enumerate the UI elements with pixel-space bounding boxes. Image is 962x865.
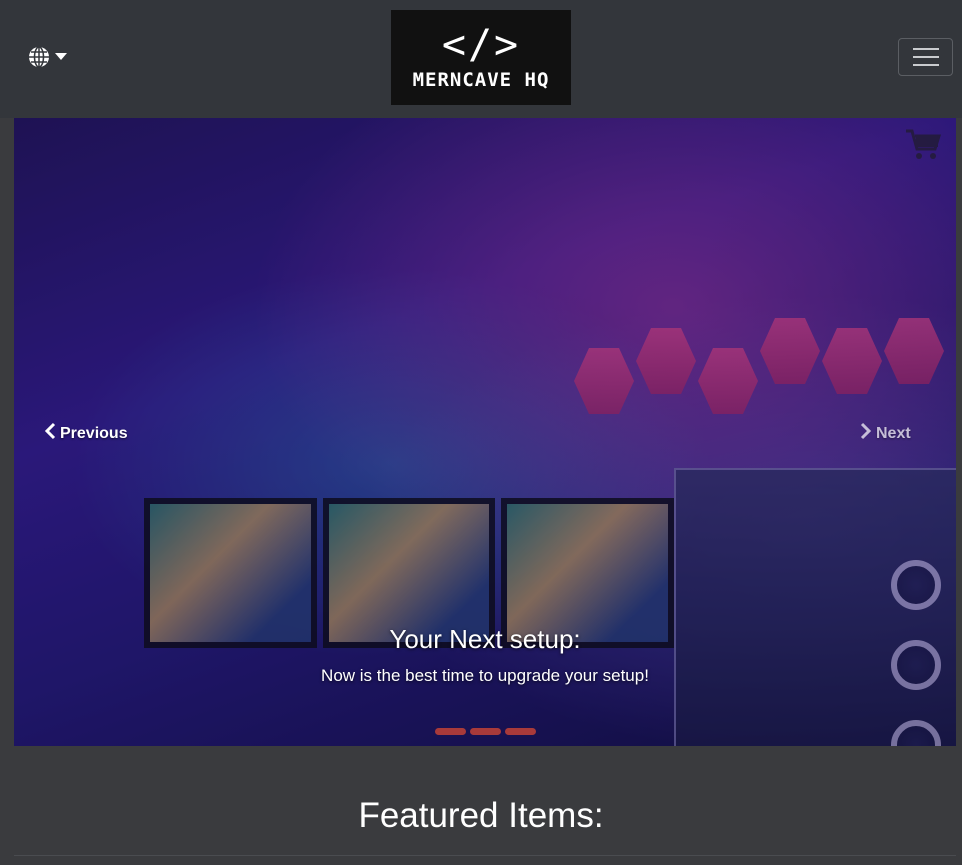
language-dropdown[interactable] xyxy=(28,46,67,68)
carousel-indicator[interactable] xyxy=(470,728,501,735)
previous-label: Previous xyxy=(60,424,128,442)
next-label: Next xyxy=(876,424,911,442)
logo-code-mark: </> xyxy=(441,21,521,68)
carousel-indicator[interactable] xyxy=(505,728,536,735)
carousel-caption-title: Your Next setup: xyxy=(389,624,581,654)
cart-icon[interactable] xyxy=(904,128,942,167)
carousel-caption-text: Now is the best time to upgrade your set… xyxy=(321,666,649,685)
section-divider xyxy=(14,855,956,856)
carousel-next-button[interactable]: Next xyxy=(860,422,911,445)
chevron-down-icon xyxy=(55,53,67,61)
chevron-left-icon xyxy=(44,422,56,445)
navbar: </> MERNCAVE HQ xyxy=(0,0,962,118)
carousel-previous-button[interactable]: Previous xyxy=(44,422,128,445)
hero-carousel: Previous Next Your Next setup: Now is th… xyxy=(14,118,956,746)
hamburger-icon xyxy=(912,48,939,50)
globe-icon xyxy=(28,46,50,68)
navbar-toggle-button[interactable] xyxy=(898,38,953,76)
logo-text: MERNCAVE HQ xyxy=(412,68,550,91)
carousel-indicator[interactable] xyxy=(435,728,466,735)
chevron-right-icon xyxy=(860,422,872,445)
carousel-indicators xyxy=(435,728,536,735)
featured-items-heading: Featured Items: xyxy=(358,796,604,835)
brand-logo[interactable]: </> MERNCAVE HQ xyxy=(391,10,571,105)
